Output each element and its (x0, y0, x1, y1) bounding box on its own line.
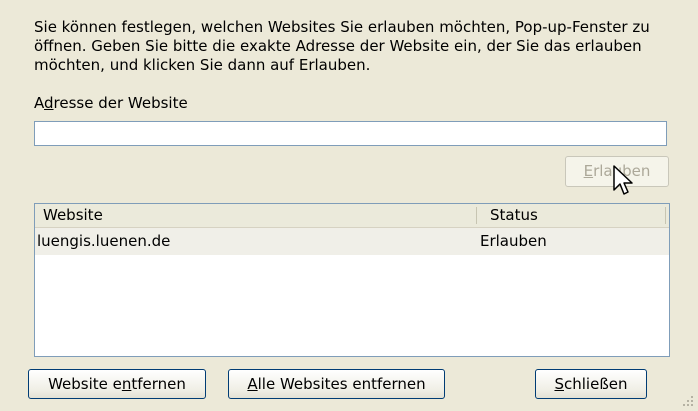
column-divider[interactable] (476, 207, 477, 224)
description-text: Sie können festlegen, welchen Websites S… (34, 18, 650, 74)
arrow-pointer-icon (613, 165, 633, 195)
website-address-input[interactable] (34, 121, 667, 146)
remove-website-button[interactable]: Website entfernen (28, 369, 206, 399)
site-cell: luengis.luenen.de (37, 232, 171, 250)
column-header-status[interactable]: Status (490, 204, 538, 227)
close-button[interactable]: Schließen (535, 369, 647, 399)
column-header-website[interactable]: Website (43, 204, 103, 227)
status-cell: Erlauben (480, 232, 547, 250)
resize-grip-icon[interactable] (682, 395, 694, 407)
address-label: Adresse der Website (34, 94, 188, 112)
table-row[interactable]: luengis.luenen.de Erlauben (35, 228, 669, 255)
remove-all-websites-button[interactable]: Alle Websites entfernen (228, 369, 445, 399)
list-header: Website Status (35, 204, 669, 228)
websites-list[interactable]: Website Status luengis.luenen.de Erlaube… (34, 203, 670, 357)
column-divider (665, 207, 666, 224)
